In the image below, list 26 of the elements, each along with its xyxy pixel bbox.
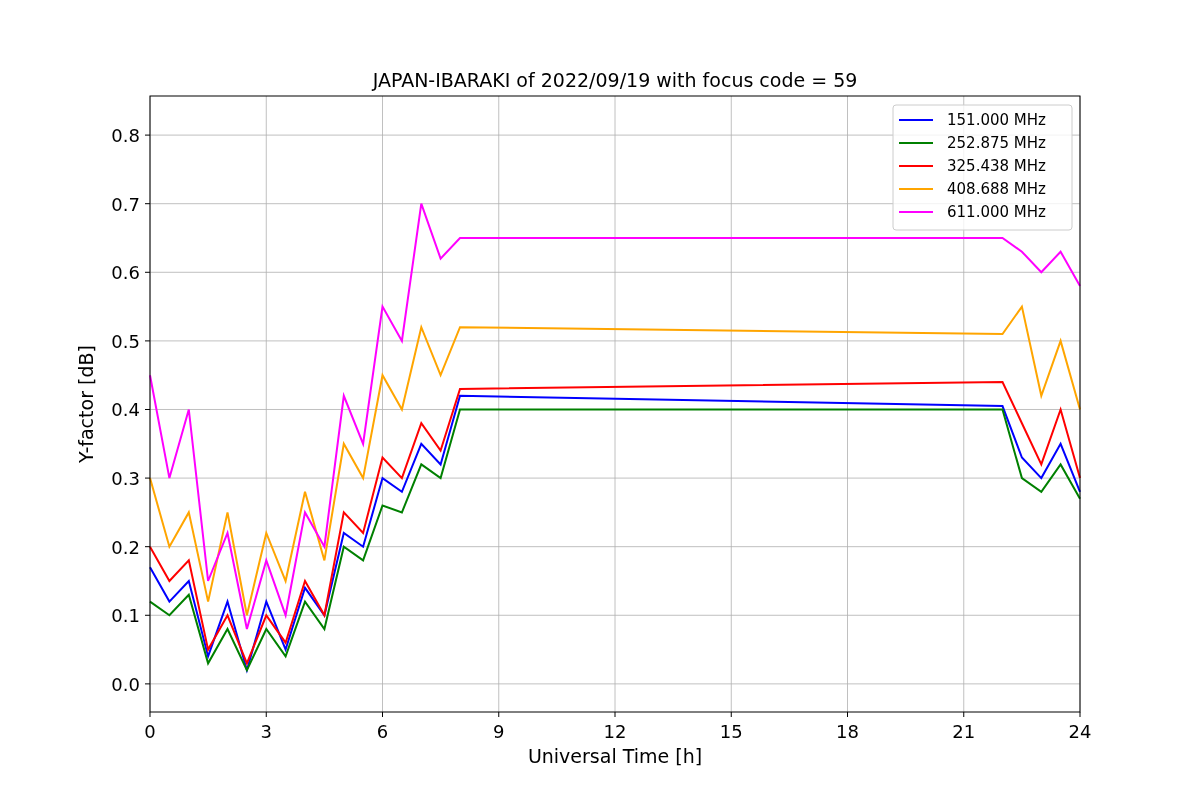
tick-label: 0.8: [111, 125, 140, 147]
tick-label: 12: [603, 721, 627, 742]
tick-label: 3: [260, 721, 272, 742]
legend-label: 252.875 MHz: [947, 134, 1046, 152]
legend-label: 325.438 MHz: [947, 157, 1046, 175]
tick-label: 18: [836, 721, 859, 742]
tick-label: 0: [144, 721, 156, 742]
tick-label: 0.6: [111, 262, 140, 284]
x-axis-label: Universal Time [h]: [527, 745, 703, 767]
tick-label: 0.4: [111, 399, 140, 421]
tick-label: 0.1: [111, 605, 140, 627]
chart-title: JAPAN-IBARAKI of 2022/09/19 with focus code = 59: [372, 69, 858, 91]
tick-label: 21: [952, 721, 976, 742]
legend-label: 151.000 MHz: [947, 111, 1046, 129]
tick-label: 0.3: [111, 468, 140, 490]
tick-label: 0.0: [111, 673, 140, 695]
tick-label: 0.2: [111, 536, 140, 558]
y-axis-label: Y-factor [dB]: [75, 345, 97, 463]
legend-label: 408.688 MHz: [947, 180, 1046, 198]
tick-label: 0.7: [111, 193, 140, 215]
tick-label: 24: [1068, 721, 1092, 742]
legend-label: 611.000 MHz: [947, 203, 1046, 221]
tick-label: 9: [493, 721, 505, 742]
tick-label: 15: [719, 721, 743, 742]
tick-label: 0.5: [111, 330, 140, 352]
tick-label: 6: [376, 721, 389, 742]
